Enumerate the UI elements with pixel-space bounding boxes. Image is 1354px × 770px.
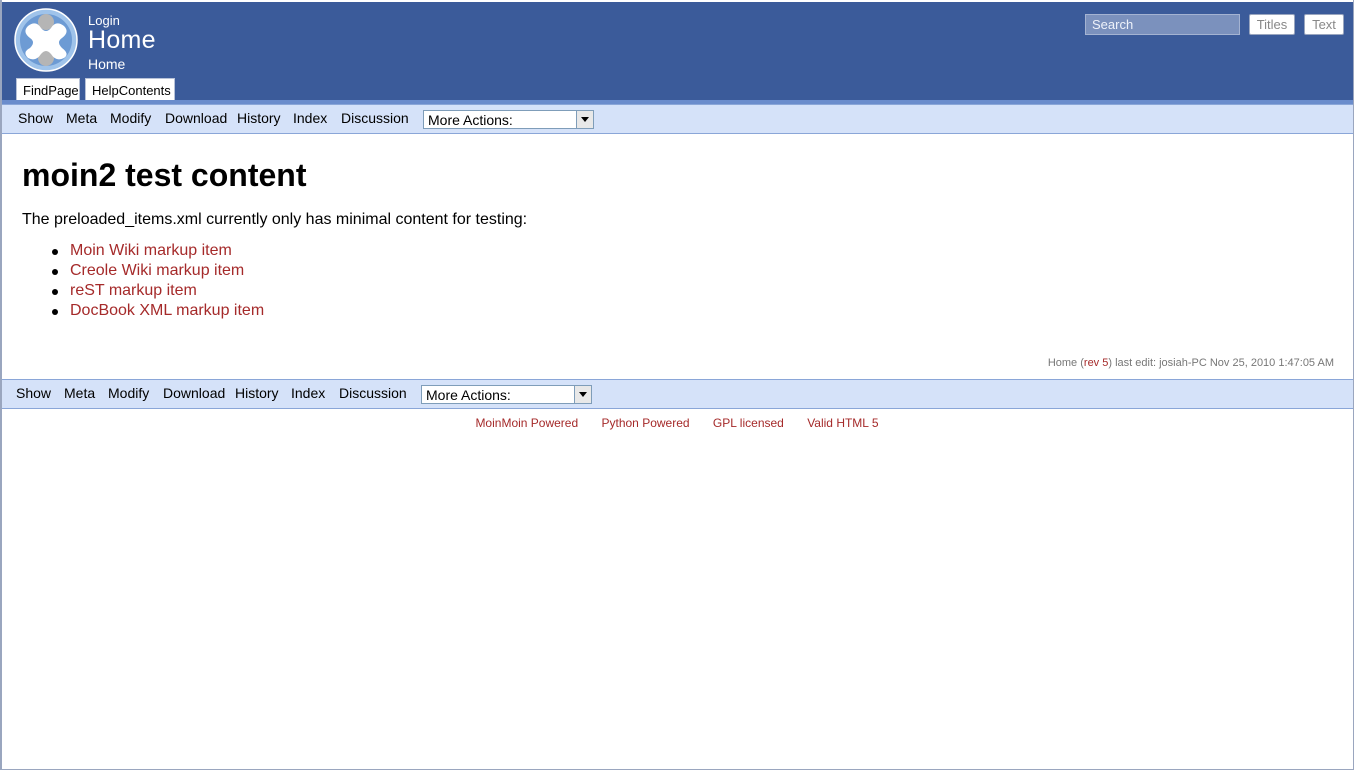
page-heading: moin2 test content [22, 157, 307, 193]
intro-text: The preloaded_items.xml currently only h… [22, 211, 528, 228]
action-history[interactable]: History [235, 385, 279, 401]
revision-link[interactable]: rev 5 [1084, 357, 1108, 369]
rest-markup-link[interactable]: reST markup item [70, 282, 197, 299]
valid-html5-link[interactable]: Valid HTML 5 [807, 416, 878, 430]
page-info-page: Home [1047, 357, 1078, 369]
page-info-open-paren: ( [1077, 357, 1084, 369]
more-actions-select[interactable]: More Actions: [423, 110, 594, 129]
action-show[interactable]: Show [16, 385, 51, 401]
list-item: Moin Wiki markup item [52, 242, 264, 262]
action-modify[interactable]: Modify [110, 110, 151, 126]
content-link-list: Moin Wiki markup item Creole Wiki markup… [52, 242, 264, 322]
page-info-last-edit: ) last edit: josiah-PC Nov 25, 2010 1:47… [1108, 357, 1334, 369]
action-history[interactable]: History [237, 110, 281, 126]
action-meta[interactable]: Meta [64, 385, 95, 401]
site-header: Login Home Home FindPage HelpContents Ti… [2, 2, 1353, 100]
search-input[interactable] [1085, 14, 1240, 35]
moinmoin-logo-icon[interactable] [14, 8, 78, 72]
gpl-licensed-link[interactable]: GPL licensed [713, 416, 784, 430]
moinmoin-powered-link[interactable]: MoinMoin Powered [475, 416, 578, 430]
list-item: DocBook XML markup item [52, 302, 264, 322]
action-index[interactable]: Index [291, 385, 325, 401]
action-bar-bottom: Show Meta Modify Download History Index … [2, 379, 1353, 409]
more-actions-label: More Actions: [426, 387, 511, 403]
action-bar-top: Show Meta Modify Download History Index … [2, 104, 1353, 134]
creole-wiki-markup-link[interactable]: Creole Wiki markup item [70, 262, 244, 279]
action-discussion[interactable]: Discussion [341, 110, 409, 126]
action-index[interactable]: Index [293, 110, 327, 126]
action-discussion[interactable]: Discussion [339, 385, 407, 401]
dropdown-arrow-icon[interactable] [576, 111, 593, 128]
site-title[interactable]: Home [88, 26, 156, 55]
moin-wiki-markup-link[interactable]: Moin Wiki markup item [70, 242, 232, 259]
action-modify[interactable]: Modify [108, 385, 149, 401]
nav-tab-helpcontents[interactable]: HelpContents [85, 78, 175, 100]
python-powered-link[interactable]: Python Powered [602, 416, 690, 430]
more-actions-select[interactable]: More Actions: [421, 385, 592, 404]
text-button[interactable]: Text [1304, 14, 1344, 35]
more-actions-label: More Actions: [428, 112, 513, 128]
footer: MoinMoin Powered Python Powered GPL lice… [0, 416, 1354, 430]
breadcrumb[interactable]: Home [88, 56, 125, 72]
docbook-xml-markup-link[interactable]: DocBook XML markup item [70, 302, 264, 319]
action-show[interactable]: Show [18, 110, 53, 126]
list-item: Creole Wiki markup item [52, 262, 264, 282]
titles-button[interactable]: Titles [1249, 14, 1295, 35]
dropdown-arrow-icon[interactable] [574, 386, 591, 403]
page-info: Home (rev 5) last edit: josiah-PC Nov 25… [1048, 357, 1334, 369]
action-download[interactable]: Download [165, 110, 227, 126]
action-download[interactable]: Download [163, 385, 225, 401]
action-meta[interactable]: Meta [66, 110, 97, 126]
nav-tab-findpage[interactable]: FindPage [16, 78, 80, 100]
list-item: reST markup item [52, 282, 264, 302]
